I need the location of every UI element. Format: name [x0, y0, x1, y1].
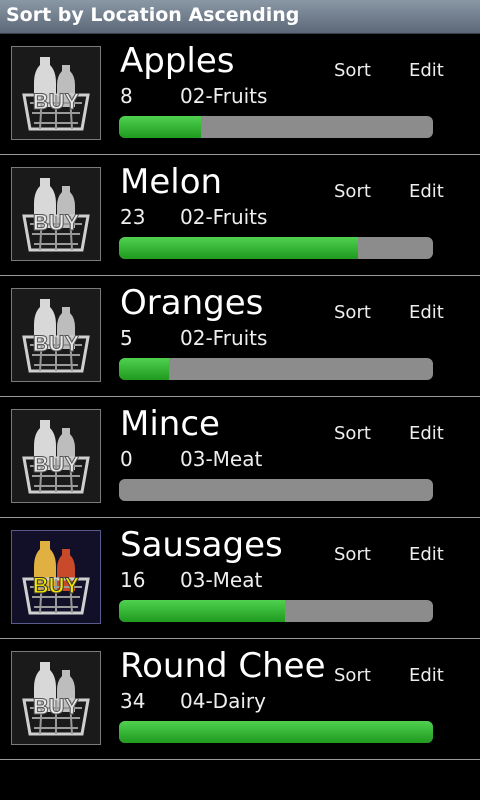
- sort-button[interactable]: Sort: [334, 665, 371, 687]
- item-count: 23: [120, 205, 146, 229]
- list-item[interactable]: BUY Melon 23 02-Fruits Sort Edit: [0, 155, 480, 276]
- edit-button[interactable]: Edit: [409, 665, 444, 687]
- progress-bar: [119, 116, 433, 138]
- progress-fill: [119, 237, 358, 259]
- buy-basket-icon[interactable]: BUY: [11, 651, 101, 745]
- buy-basket-icon[interactable]: BUY: [11, 409, 101, 503]
- sort-button[interactable]: Sort: [334, 544, 371, 566]
- progress-bar: [119, 721, 433, 743]
- item-count: 8: [120, 84, 133, 108]
- item-name: Round Chee: [120, 646, 326, 686]
- item-location: 03-Meat: [180, 447, 263, 471]
- item-name: Apples: [120, 41, 235, 81]
- progress-fill: [119, 116, 201, 138]
- list-item[interactable]: BUY Mince 0 03-Meat Sort Edit: [0, 397, 480, 518]
- item-name: Sausages: [120, 525, 283, 565]
- item-name: Melon: [120, 162, 223, 202]
- page-title: Sort by Location Ascending: [6, 4, 300, 26]
- item-location: 02-Fruits: [180, 326, 268, 350]
- sort-button[interactable]: Sort: [334, 302, 371, 324]
- progress-fill: [119, 358, 170, 380]
- svg-text:BUY: BUY: [33, 89, 80, 114]
- progress-bar: [119, 600, 433, 622]
- item-count: 16: [120, 568, 146, 592]
- item-count: 0: [120, 447, 133, 471]
- svg-text:BUY: BUY: [33, 694, 80, 719]
- buy-basket-icon[interactable]: BUY: [11, 46, 101, 140]
- sort-button[interactable]: Sort: [334, 60, 371, 82]
- edit-button[interactable]: Edit: [409, 544, 444, 566]
- item-name: Oranges: [120, 283, 264, 323]
- progress-fill: [119, 600, 286, 622]
- progress-fill: [119, 721, 433, 743]
- item-location: 02-Fruits: [180, 205, 268, 229]
- sort-button[interactable]: Sort: [334, 423, 371, 445]
- item-location: 02-Fruits: [180, 84, 268, 108]
- item-location: 03-Meat: [180, 568, 263, 592]
- sort-button[interactable]: Sort: [334, 181, 371, 203]
- svg-text:BUY: BUY: [33, 573, 80, 598]
- item-name: Mince: [120, 404, 220, 444]
- progress-bar: [119, 237, 433, 259]
- edit-button[interactable]: Edit: [409, 60, 444, 82]
- item-count: 5: [120, 326, 133, 350]
- list-item[interactable]: BUY Round Chee 34 04-Dairy Sort Edit: [0, 639, 480, 760]
- svg-text:BUY: BUY: [33, 210, 80, 235]
- list-item[interactable]: BUY Apples 8 02-Fruits Sort Edit: [0, 34, 480, 155]
- title-bar: Sort by Location Ascending: [0, 0, 480, 34]
- item-count: 34: [120, 689, 146, 713]
- svg-text:BUY: BUY: [33, 331, 80, 356]
- svg-text:BUY: BUY: [33, 452, 80, 477]
- progress-bar: [119, 479, 433, 501]
- item-location: 04-Dairy: [180, 689, 266, 713]
- edit-button[interactable]: Edit: [409, 181, 444, 203]
- progress-bar: [119, 358, 433, 380]
- shopping-list: BUY Apples 8 02-Fruits Sort Edit BUY Mel…: [0, 34, 480, 760]
- list-item[interactable]: BUY Oranges 5 02-Fruits Sort Edit: [0, 276, 480, 397]
- buy-basket-icon[interactable]: BUY: [11, 288, 101, 382]
- edit-button[interactable]: Edit: [409, 302, 444, 324]
- buy-basket-color-icon[interactable]: BUY: [11, 530, 101, 624]
- edit-button[interactable]: Edit: [409, 423, 444, 445]
- list-item[interactable]: BUY Sausages 16 03-Meat Sort Edit: [0, 518, 480, 639]
- buy-basket-icon[interactable]: BUY: [11, 167, 101, 261]
